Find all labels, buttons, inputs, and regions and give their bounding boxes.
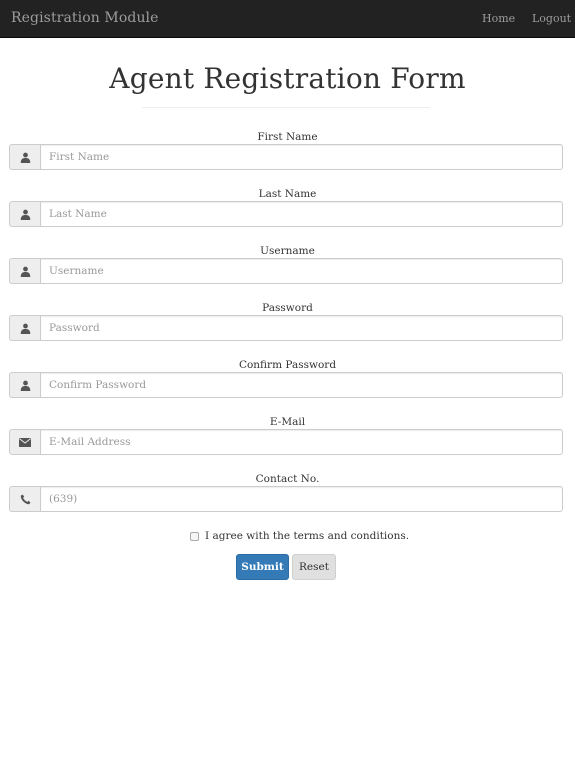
password-label: Password	[262, 302, 313, 314]
first-name-label: First Name	[257, 131, 318, 143]
reset-button[interactable]: Reset	[292, 554, 336, 580]
page-title: Agent Registration Form	[109, 62, 466, 95]
nav-link-home[interactable]: Home	[482, 12, 515, 25]
password-input[interactable]	[40, 315, 563, 341]
phone-icon	[9, 486, 40, 512]
title-divider	[142, 107, 430, 108]
first-name-input[interactable]	[40, 144, 563, 170]
confirm-password-label: Confirm Password	[238, 359, 337, 371]
navbar-brand[interactable]: Registration Module	[11, 10, 159, 26]
email-label: E-Mail	[269, 416, 306, 428]
last-name-group	[9, 201, 563, 227]
terms-row: I agree with the terms and conditions.	[190, 529, 409, 543]
terms-label[interactable]: I agree with the terms and conditions.	[205, 530, 409, 542]
password-group	[9, 315, 563, 341]
username-label: Username	[260, 245, 315, 257]
user-icon	[9, 144, 40, 170]
first-name-group	[9, 144, 563, 170]
submit-button[interactable]: Submit	[236, 554, 289, 580]
user-icon	[9, 201, 40, 227]
top-navbar: Registration Module Home Logout	[0, 0, 575, 38]
email-input[interactable]	[40, 429, 563, 455]
email-group	[9, 429, 563, 455]
confirm-password-input[interactable]	[40, 372, 563, 398]
terms-checkbox[interactable]	[190, 531, 199, 541]
nav-link-logout[interactable]: Logout	[532, 12, 571, 25]
contact-number-label: Contact No.	[255, 473, 320, 485]
contact-number-group	[9, 486, 563, 512]
envelope-icon	[9, 429, 40, 455]
user-icon	[9, 258, 40, 284]
username-input[interactable]	[40, 258, 563, 284]
user-icon	[9, 315, 40, 341]
user-icon	[9, 372, 40, 398]
contact-number-input[interactable]	[40, 486, 563, 512]
last-name-input[interactable]	[40, 201, 563, 227]
confirm-password-group	[9, 372, 563, 398]
last-name-label: Last Name	[258, 188, 317, 200]
username-group	[9, 258, 563, 284]
